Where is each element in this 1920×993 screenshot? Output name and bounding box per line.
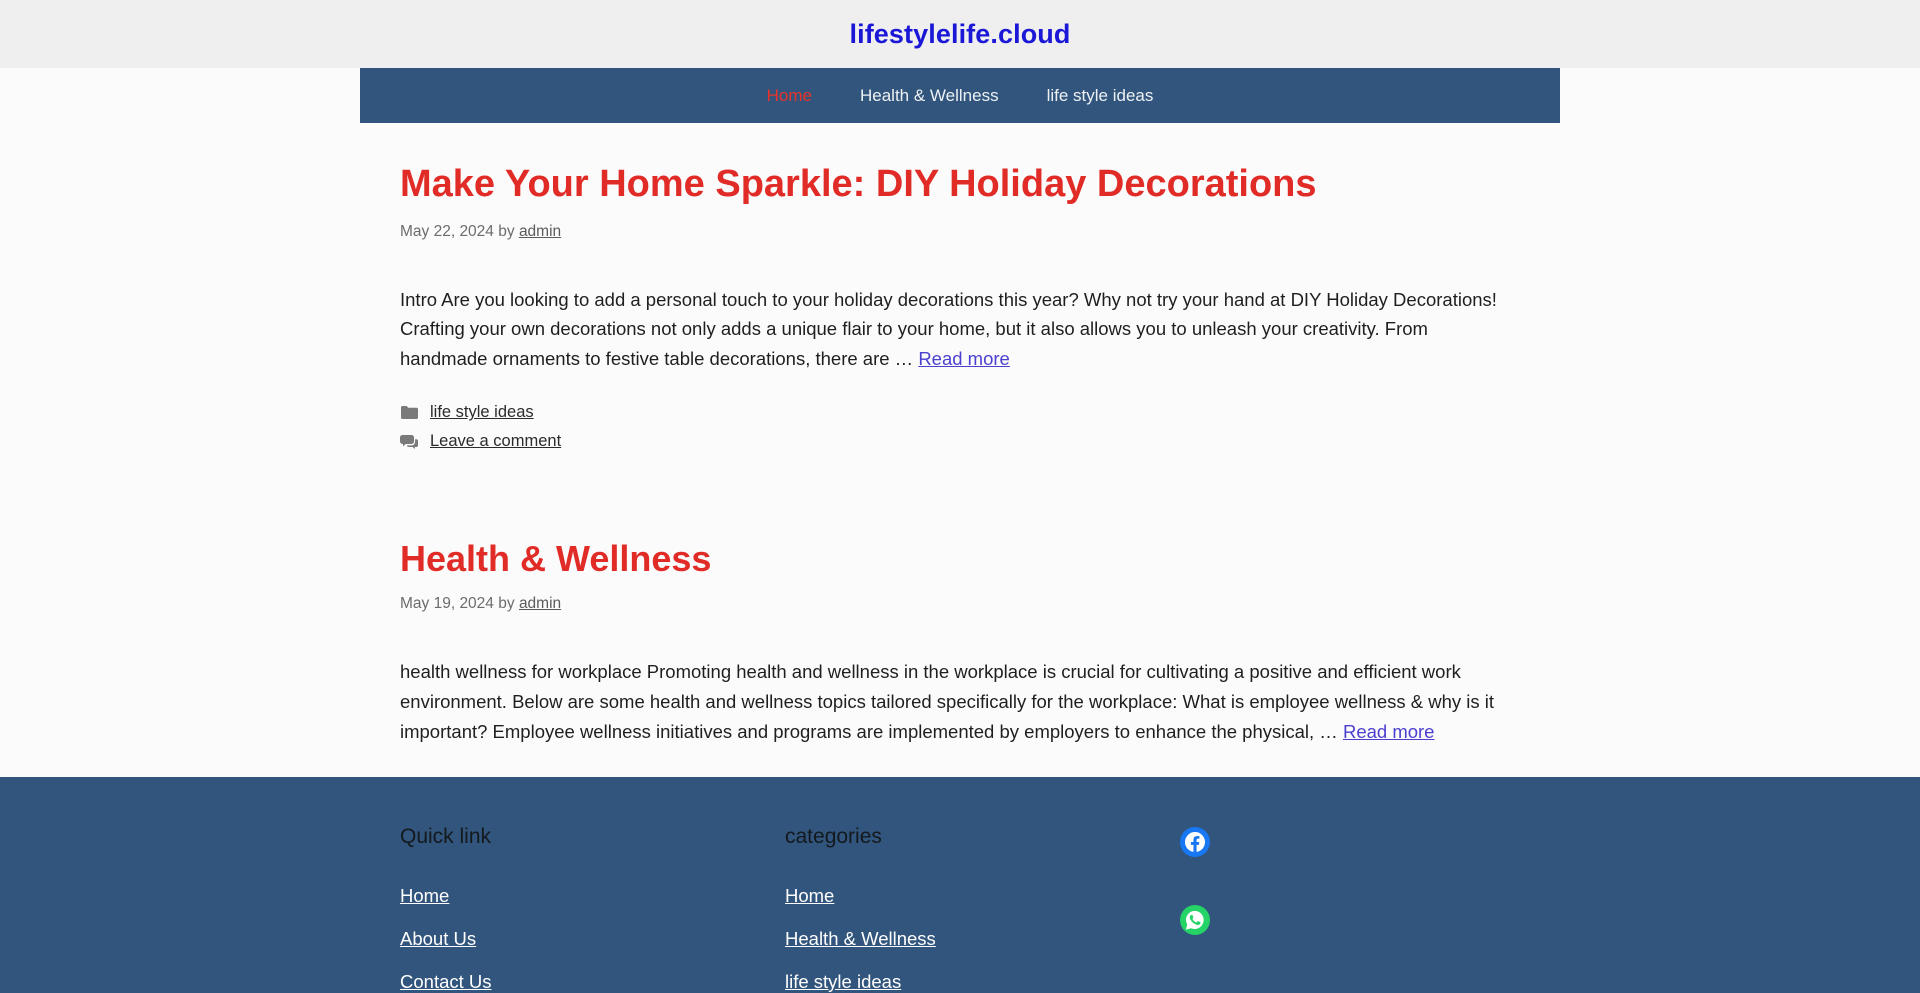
post-byline: May 22, 2024 by admin [400,223,1520,241]
post-byline: May 19, 2024 by admin [400,595,1520,613]
post-category-row: life style ideas [400,400,1520,425]
nav-item-life-style-ideas[interactable]: life style ideas [1023,86,1178,106]
read-more-link[interactable]: Read more [1343,721,1435,742]
comments-icon [400,434,418,450]
site-header: lifestylelife.cloud [0,0,1920,68]
site-footer: Quick link Home About Us Contact Us Priv… [0,777,1920,993]
post-item: Make Your Home Sparkle: DIY Holiday Deco… [400,123,1520,454]
footer-link-home[interactable]: Home [400,885,785,907]
whatsapp-icon[interactable] [1180,905,1210,935]
post-date: May 22, 2024 [400,222,494,240]
footer-category-life-style-ideas[interactable]: life style ideas [785,971,1180,993]
post-category-link[interactable]: life style ideas [430,400,534,425]
post-author-link[interactable]: admin [519,223,561,240]
byline-by-label: by [498,222,515,240]
primary-navigation: Home Health & Wellness life style ideas [360,68,1560,123]
footer-heading-categories: categories [785,825,882,848]
page-root: lifestylelife.cloud Home Health & Wellne… [0,0,1920,993]
read-more-link[interactable]: Read more [918,348,1010,369]
post-title[interactable]: Health & Wellness [400,536,1520,581]
site-title[interactable]: lifestylelife.cloud [850,19,1071,50]
folder-icon [400,405,418,421]
facebook-icon[interactable] [1180,827,1210,857]
post-excerpt: Intro Are you looking to add a personal … [400,285,1520,375]
footer-column-categories: categories Home Health & Wellness life s… [785,825,1180,993]
post-author-link[interactable]: admin [519,595,561,612]
footer-category-home[interactable]: Home [785,885,1180,907]
main-content: Make Your Home Sparkle: DIY Holiday Deco… [360,123,1560,826]
footer-column-social [1180,825,1480,993]
footer-inner: Quick link Home About Us Contact Us Priv… [360,777,1560,993]
footer-category-health-wellness[interactable]: Health & Wellness [785,928,1180,950]
footer-heading-quick-link: Quick link [400,825,492,848]
byline-by-label: by [498,594,515,612]
post-separator [400,458,1520,498]
post-comment-link[interactable]: Leave a comment [430,429,561,454]
post-excerpt: health wellness for workplace Promoting … [400,657,1520,747]
social-links [1180,825,1480,935]
nav-item-health-wellness[interactable]: Health & Wellness [836,86,1023,106]
nav-item-home[interactable]: Home [743,86,836,106]
post-meta: life style ideas Leave a comment [400,400,1520,454]
post-date: May 19, 2024 [400,594,494,612]
post-title[interactable]: Make Your Home Sparkle: DIY Holiday Deco… [400,161,1520,209]
footer-link-about-us[interactable]: About Us [400,928,785,950]
footer-column-quick-link: Quick link Home About Us Contact Us Priv… [400,825,785,993]
post-excerpt-text: health wellness for workplace Promoting … [400,660,1495,742]
post-comment-row: Leave a comment [400,429,1520,454]
nav-list: Home Health & Wellness life style ideas [743,86,1178,106]
footer-link-contact-us[interactable]: Contact Us [400,971,785,993]
